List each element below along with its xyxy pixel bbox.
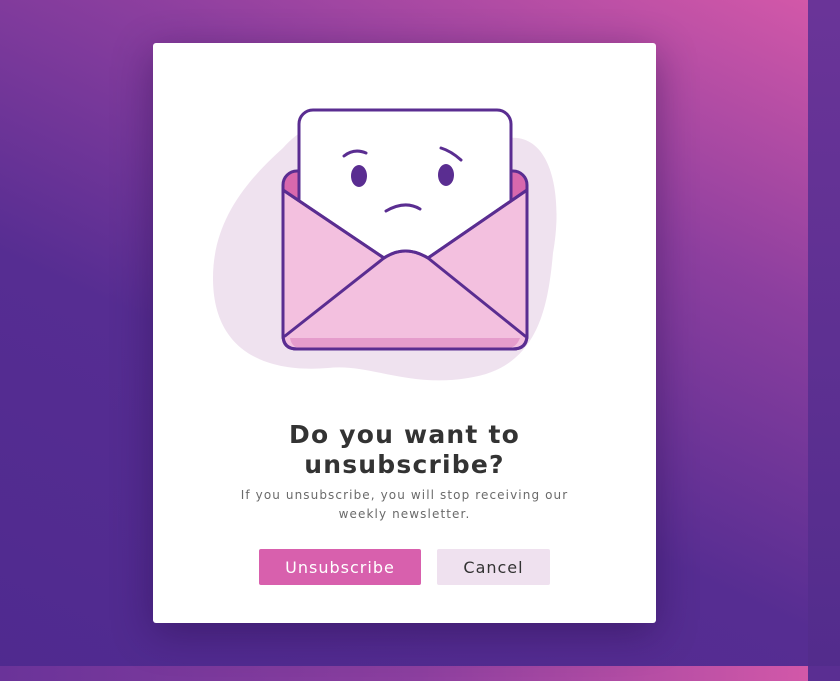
unsubscribe-dialog: Do you want to unsubscribe? If you unsub… bbox=[153, 43, 656, 623]
bottom-edge-strip bbox=[0, 666, 840, 681]
corner-patch bbox=[808, 666, 840, 681]
cancel-button[interactable]: Cancel bbox=[437, 549, 550, 585]
right-eye bbox=[438, 164, 454, 186]
page-background: Do you want to unsubscribe? If you unsub… bbox=[0, 0, 840, 681]
sad-envelope-icon bbox=[213, 108, 557, 381]
dialog-title: Do you want to unsubscribe? bbox=[153, 420, 656, 480]
dialog-title-line-2: unsubscribe? bbox=[304, 450, 505, 479]
envelope-bottom-band bbox=[290, 338, 520, 348]
right-edge-strip bbox=[808, 0, 840, 681]
left-eye bbox=[351, 165, 367, 187]
unsubscribe-button[interactable]: Unsubscribe bbox=[259, 549, 421, 585]
dialog-description: If you unsubscribe, you will stop receiv… bbox=[240, 488, 569, 521]
dialog-title-line-1: Do you want to bbox=[289, 420, 520, 449]
